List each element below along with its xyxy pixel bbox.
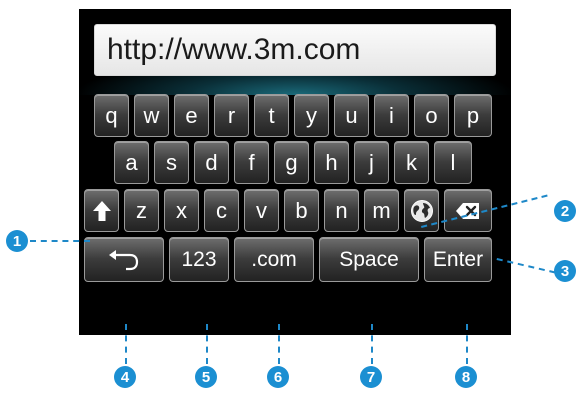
callout-2: 2 <box>554 200 576 222</box>
callout-5-leader <box>206 324 208 364</box>
key-s[interactable]: s <box>154 141 189 184</box>
numbers-key[interactable]: 123 <box>169 237 229 282</box>
key-e[interactable]: e <box>174 94 209 137</box>
key-p[interactable]: p <box>454 94 492 137</box>
url-input[interactable]: http://www.3m.com <box>94 24 496 76</box>
key-j[interactable]: j <box>354 141 389 184</box>
key-v[interactable]: v <box>244 189 279 232</box>
key-y[interactable]: y <box>294 94 329 137</box>
key-r[interactable]: r <box>214 94 249 137</box>
key-a[interactable]: a <box>114 141 149 184</box>
key-t[interactable]: t <box>254 94 289 137</box>
key-f[interactable]: f <box>234 141 269 184</box>
callout-8-leader <box>466 324 468 364</box>
callout-7-leader <box>371 324 373 364</box>
key-d[interactable]: d <box>194 141 229 184</box>
back-key[interactable] <box>84 237 164 282</box>
key-b[interactable]: b <box>284 189 319 232</box>
globe-icon <box>410 199 433 222</box>
callout-3: 3 <box>554 260 576 282</box>
space-key[interactable]: Space <box>319 237 419 282</box>
callout-5: 5 <box>195 366 217 388</box>
key-m[interactable]: m <box>364 189 399 232</box>
key-q[interactable]: q <box>94 94 129 137</box>
callout-8: 8 <box>455 366 477 388</box>
key-w[interactable]: w <box>134 94 169 137</box>
key-l[interactable]: l <box>434 141 472 184</box>
callout-7: 7 <box>360 366 382 388</box>
key-h[interactable]: h <box>314 141 349 184</box>
callout-4-leader <box>125 324 127 364</box>
key-c[interactable]: c <box>204 189 239 232</box>
callout-6: 6 <box>267 366 289 388</box>
dotcom-key[interactable]: .com <box>234 237 314 282</box>
key-g[interactable]: g <box>274 141 309 184</box>
shift-key[interactable] <box>84 189 119 232</box>
key-i[interactable]: i <box>374 94 409 137</box>
callout-1: 1 <box>6 230 28 252</box>
key-o[interactable]: o <box>414 94 449 137</box>
callout-6-leader <box>278 324 280 364</box>
callout-4: 4 <box>114 366 136 388</box>
shift-arrow-up-icon <box>92 200 111 221</box>
key-k[interactable]: k <box>394 141 429 184</box>
key-u[interactable]: u <box>334 94 369 137</box>
return-arrow-icon <box>109 249 139 270</box>
key-z[interactable]: z <box>124 189 159 232</box>
keyboard-screen: http://www.3m.com q w e r t y u i o p a … <box>79 9 511 335</box>
callout-1-leader <box>30 240 90 242</box>
enter-key[interactable]: Enter <box>424 237 492 282</box>
key-x[interactable]: x <box>164 189 199 232</box>
key-n[interactable]: n <box>324 189 359 232</box>
